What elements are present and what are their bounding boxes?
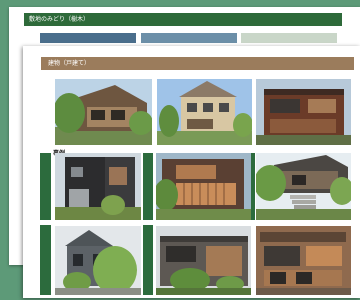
back-thumbnail [241, 33, 337, 43]
front-section-header: 建物（戸建て） [41, 57, 354, 70]
house-photo-wood-deck[interactable] [156, 226, 251, 295]
house-photo-wood-balcony[interactable] [55, 79, 152, 145]
photo-accent-bar [143, 153, 153, 220]
back-thumbnail [141, 33, 237, 43]
photo-accent-bar [143, 225, 153, 295]
photo-accent-bar [40, 225, 51, 295]
house-photo-modern-steps[interactable] [256, 153, 351, 220]
back-section-header: 敷地のみどり（樹木） [24, 13, 342, 26]
photo-accent-bar [40, 153, 51, 220]
house-photo-brown-flat-roof[interactable] [256, 79, 351, 145]
back-thumbnail [40, 33, 136, 43]
house-photo-beige-gable[interactable] [157, 79, 252, 145]
house-photo-wood-slats[interactable] [156, 153, 251, 220]
house-photo-grey-gable[interactable] [55, 226, 141, 295]
house-photo-glass-front[interactable] [256, 226, 351, 295]
house-photo-dark-siding[interactable] [55, 153, 141, 220]
